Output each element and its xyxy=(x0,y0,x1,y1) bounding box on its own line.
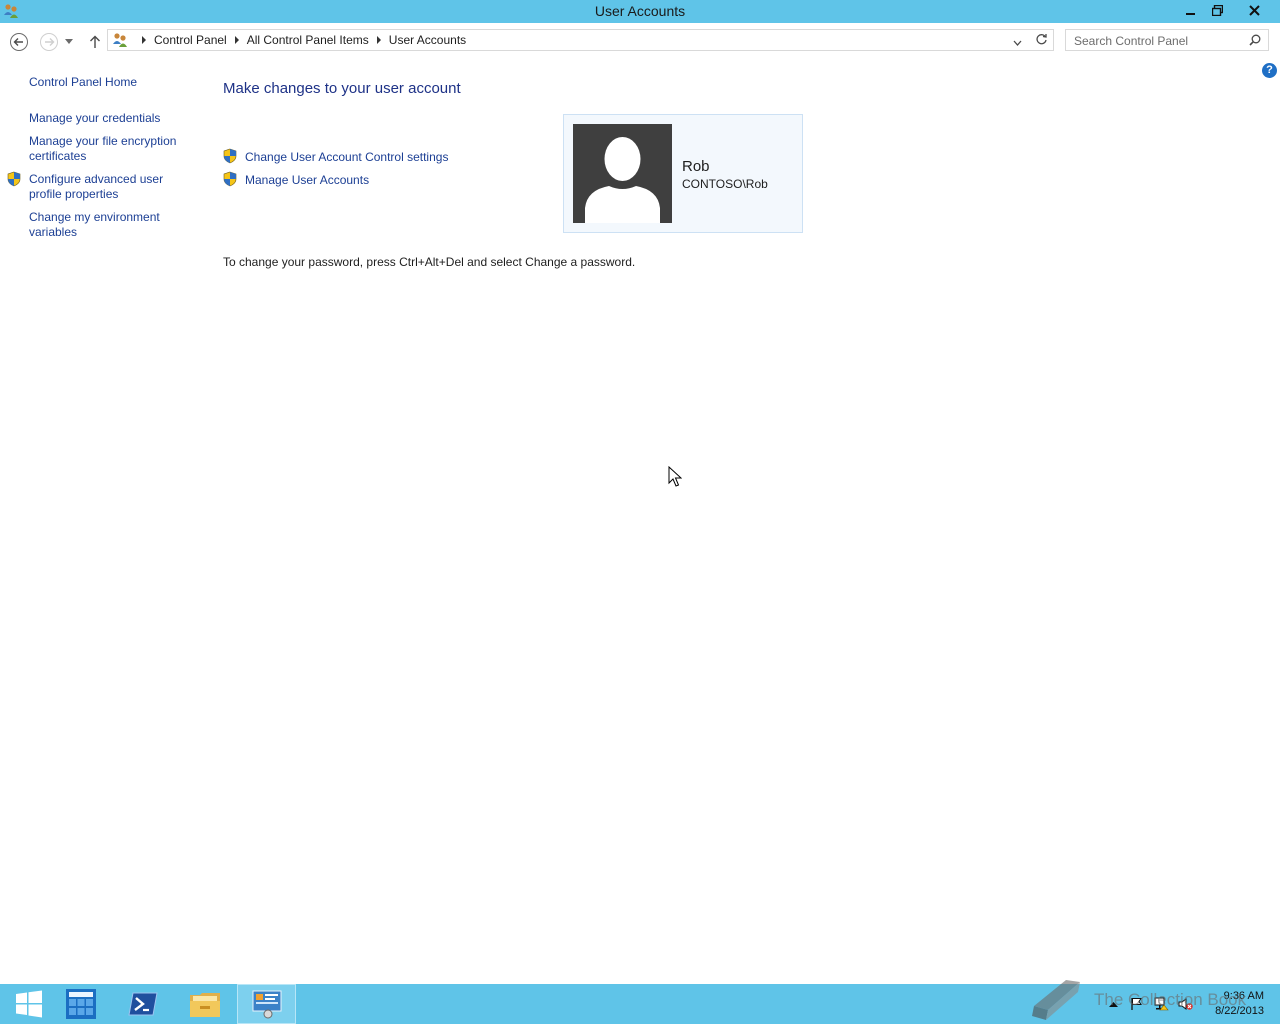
watermark: The Collection Book xyxy=(1030,976,1270,1022)
powershell-icon xyxy=(128,992,158,1016)
back-button[interactable] xyxy=(9,32,29,52)
window-title: User Accounts xyxy=(594,3,686,19)
default-user-avatar xyxy=(573,124,672,223)
uac-shield-icon xyxy=(6,171,22,187)
up-button[interactable] xyxy=(85,32,105,52)
breadcrumb-separator[interactable] xyxy=(234,36,239,44)
start-icon xyxy=(16,990,42,1018)
title-bar: User Accounts xyxy=(0,0,1280,23)
user-domain: CONTOSO\Rob xyxy=(682,177,768,191)
close-button[interactable] xyxy=(1231,0,1278,21)
refresh-button[interactable] xyxy=(1035,33,1048,49)
page-heading: Make changes to your user account xyxy=(223,80,461,97)
user-name: Rob xyxy=(682,158,710,175)
search-button[interactable] xyxy=(1249,34,1261,49)
user-tile: Rob CONTOSO\Rob xyxy=(563,114,803,233)
file-encryption-line2: certificates xyxy=(29,149,87,163)
forward-button[interactable] xyxy=(39,32,59,52)
recent-dropdown-icon xyxy=(65,39,73,44)
forward-arrow-icon xyxy=(40,33,58,51)
refresh-icon xyxy=(1036,34,1047,45)
restore-icon xyxy=(1212,5,1223,16)
manage-credentials-link[interactable]: Manage your credentials xyxy=(29,111,160,126)
uac-shield-icon xyxy=(222,148,238,164)
help-icon: ? xyxy=(1266,64,1273,76)
advanced-profile-line1: Configure advanced user xyxy=(29,172,164,186)
file-explorer-button[interactable] xyxy=(176,984,234,1024)
server-manager-icon xyxy=(66,989,96,1019)
search-icon xyxy=(1249,34,1261,46)
start-button[interactable] xyxy=(0,984,58,1024)
advanced-profile-link[interactable]: Configure advanced user profile properti… xyxy=(29,172,163,202)
control-panel-taskbar-button[interactable] xyxy=(237,984,296,1024)
minimize-icon xyxy=(1185,12,1195,15)
breadcrumb-separator[interactable] xyxy=(142,36,146,44)
search-box[interactable] xyxy=(1065,29,1269,51)
file-encryption-link[interactable]: Manage your file encryption certificates xyxy=(29,134,176,164)
manage-user-accounts-link[interactable]: Manage User Accounts xyxy=(245,173,369,187)
breadcrumb-all-items[interactable]: All Control Panel Items xyxy=(247,33,369,47)
watermark-text: The Collection Book xyxy=(1094,990,1247,1009)
environment-variables-line2: variables xyxy=(29,225,78,239)
back-arrow-icon xyxy=(10,33,28,51)
breadcrumb-separator[interactable] xyxy=(376,36,381,44)
up-arrow-icon xyxy=(90,35,100,48)
address-dropdown-icon xyxy=(1013,40,1022,46)
close-icon xyxy=(1249,5,1260,16)
password-note: To change your password, press Ctrl+Alt+… xyxy=(223,255,636,269)
control-panel-home-link[interactable]: Control Panel Home xyxy=(29,75,137,90)
address-bar[interactable]: Control Panel All Control Panel Items Us… xyxy=(107,29,1054,51)
restore-button[interactable] xyxy=(1204,0,1231,21)
server-manager-button[interactable] xyxy=(52,984,110,1024)
address-dropdown-button[interactable] xyxy=(1013,36,1022,50)
search-input[interactable] xyxy=(1072,32,1246,50)
control-panel-icon xyxy=(252,990,281,1019)
advanced-profile-line2: profile properties xyxy=(29,187,119,201)
help-button[interactable]: ? xyxy=(1262,63,1277,78)
mouse-cursor xyxy=(668,465,683,491)
recent-locations-button[interactable] xyxy=(62,32,76,52)
file-encryption-line1: Manage your file encryption xyxy=(29,134,177,148)
change-uac-settings-link[interactable]: Change User Account Control settings xyxy=(245,150,448,164)
breadcrumb-control-panel[interactable]: Control Panel xyxy=(154,33,227,47)
breadcrumb-user-accounts[interactable]: User Accounts xyxy=(389,33,466,47)
user-accounts-icon xyxy=(113,33,127,47)
uac-shield-icon xyxy=(222,171,238,187)
environment-variables-link[interactable]: Change my environment variables xyxy=(29,210,160,240)
powershell-button[interactable] xyxy=(114,984,172,1024)
minimize-button[interactable] xyxy=(1177,0,1204,21)
book-watermark-icon xyxy=(1032,980,1080,1020)
file-explorer-icon xyxy=(190,993,220,1017)
environment-variables-line1: Change my environment xyxy=(29,210,160,224)
